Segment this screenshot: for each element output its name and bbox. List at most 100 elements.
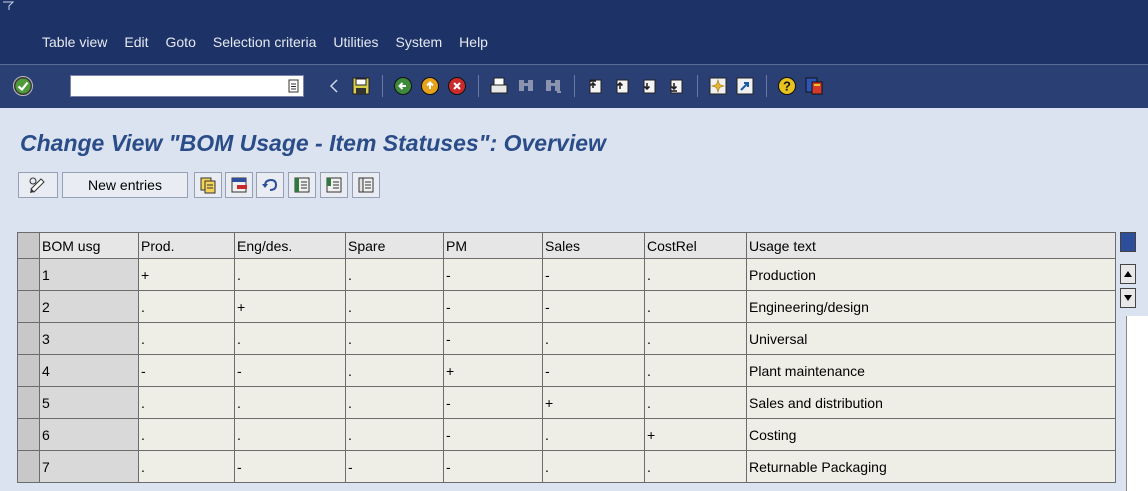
table-row[interactable]: 7. - - -.. Returnable Packaging xyxy=(17,450,1116,483)
bom-usage-cell[interactable]: 5 xyxy=(39,386,139,419)
scrollbar-track[interactable] xyxy=(1126,316,1148,491)
select-all-cell[interactable] xyxy=(17,232,40,259)
next-page-icon[interactable] xyxy=(637,73,661,99)
row-selector[interactable] xyxy=(17,418,40,451)
menu-system[interactable]: System xyxy=(395,34,442,50)
table-cell[interactable]: . xyxy=(644,386,747,419)
bom-usage-cell[interactable]: 6 xyxy=(39,418,139,451)
row-selector[interactable] xyxy=(17,290,40,323)
table-cell[interactable]: . xyxy=(234,418,346,451)
create-session-icon[interactable] xyxy=(706,73,730,99)
command-history-icon[interactable] xyxy=(288,79,300,93)
table-cell[interactable]: . xyxy=(644,290,747,323)
table-row[interactable]: 3... -.. Universal xyxy=(17,322,1116,355)
table-cell[interactable]: - xyxy=(443,386,543,419)
customize-layout-icon[interactable] xyxy=(802,73,826,99)
table-cell[interactable]: Returnable Packaging xyxy=(746,450,1116,483)
shortcut-icon[interactable] xyxy=(733,73,757,99)
table-row[interactable]: 4- -. + -. Plant maintenance xyxy=(17,354,1116,387)
table-cell[interactable]: - xyxy=(542,258,645,291)
cancel-icon[interactable] xyxy=(445,73,469,99)
table-cell[interactable]: . xyxy=(138,386,235,419)
save-icon[interactable] xyxy=(349,73,373,99)
menu-utilities[interactable]: Utilities xyxy=(333,34,378,50)
scroll-up-button[interactable] xyxy=(1120,264,1136,284)
row-selector[interactable] xyxy=(17,322,40,355)
table-cell[interactable]: + xyxy=(138,258,235,291)
menu-selection-criteria[interactable]: Selection criteria xyxy=(213,34,317,50)
new-entries-button[interactable]: New entries xyxy=(62,172,188,198)
table-cell[interactable]: . xyxy=(138,290,235,323)
row-selector[interactable] xyxy=(17,354,40,387)
row-selector[interactable] xyxy=(17,258,40,291)
table-cell[interactable]: Costing xyxy=(746,418,1116,451)
last-page-icon[interactable] xyxy=(664,73,688,99)
table-cell[interactable]: - xyxy=(443,450,543,483)
menu-help[interactable]: Help xyxy=(459,34,488,50)
table-cell[interactable]: . xyxy=(644,450,747,483)
column-header-prod[interactable]: Prod. xyxy=(138,232,235,259)
table-cell[interactable]: - xyxy=(443,322,543,355)
back-icon[interactable] xyxy=(391,73,415,99)
table-cell[interactable]: Sales and distribution xyxy=(746,386,1116,419)
exit-icon[interactable] xyxy=(418,73,442,99)
command-field[interactable] xyxy=(70,75,304,97)
menu-edit[interactable]: Edit xyxy=(124,34,148,50)
bom-usage-cell[interactable]: 4 xyxy=(39,354,139,387)
column-header-costrel[interactable]: CostRel xyxy=(644,232,747,259)
table-cell[interactable]: + xyxy=(443,354,543,387)
table-cell[interactable]: - xyxy=(542,354,645,387)
table-cell[interactable]: Plant maintenance xyxy=(746,354,1116,387)
table-cell[interactable]: . xyxy=(542,322,645,355)
column-header-spare[interactable]: Spare xyxy=(345,232,444,259)
bom-usage-cell[interactable]: 1 xyxy=(39,258,139,291)
row-selector[interactable] xyxy=(17,386,40,419)
help-icon[interactable]: ? xyxy=(775,73,799,99)
table-cell[interactable]: . xyxy=(138,322,235,355)
back-arrow-icon[interactable] xyxy=(322,73,346,99)
select-all-button[interactable] xyxy=(288,172,316,198)
table-cell[interactable]: - xyxy=(443,290,543,323)
table-cell[interactable]: Universal xyxy=(746,322,1116,355)
table-row[interactable]: 5... - +. Sales and distribution xyxy=(17,386,1116,419)
column-configuration-icon[interactable] xyxy=(1120,232,1136,252)
bom-usage-cell[interactable]: 2 xyxy=(39,290,139,323)
table-cell[interactable]: . xyxy=(345,322,444,355)
undo-change-button[interactable] xyxy=(256,172,284,198)
row-selector[interactable] xyxy=(17,450,40,483)
table-cell[interactable]: - xyxy=(234,450,346,483)
table-cell[interactable]: - xyxy=(138,354,235,387)
table-cell[interactable]: . xyxy=(542,450,645,483)
first-page-icon[interactable] xyxy=(583,73,607,99)
table-cell[interactable]: . xyxy=(138,450,235,483)
previous-page-icon[interactable] xyxy=(610,73,634,99)
table-cell[interactable]: - xyxy=(234,354,346,387)
deselect-all-button[interactable] xyxy=(352,172,380,198)
table-cell[interactable]: . xyxy=(234,386,346,419)
find-icon[interactable] xyxy=(514,73,538,99)
table-cell[interactable]: + xyxy=(644,418,747,451)
table-cell[interactable]: . xyxy=(644,322,747,355)
table-cell[interactable]: . xyxy=(345,386,444,419)
display-change-button[interactable] xyxy=(18,172,58,198)
table-cell[interactable]: + xyxy=(542,386,645,419)
table-cell[interactable]: . xyxy=(345,354,444,387)
table-cell[interactable]: - xyxy=(443,258,543,291)
column-header-sales[interactable]: Sales xyxy=(542,232,645,259)
table-cell[interactable]: . xyxy=(644,354,747,387)
column-header-pm[interactable]: PM xyxy=(443,232,543,259)
select-block-button[interactable] xyxy=(320,172,348,198)
table-cell[interactable]: . xyxy=(644,258,747,291)
enter-icon[interactable] xyxy=(12,75,34,97)
menu-table-view[interactable]: Table view xyxy=(42,34,107,50)
column-header-usage-text[interactable]: Usage text xyxy=(746,232,1116,259)
table-cell[interactable]: - xyxy=(542,290,645,323)
table-row[interactable]: 1 +.. - -. Production xyxy=(17,258,1116,291)
bom-usage-cell[interactable]: 3 xyxy=(39,322,139,355)
delete-button[interactable] xyxy=(225,172,253,198)
print-icon[interactable] xyxy=(487,73,511,99)
table-cell[interactable]: Production xyxy=(746,258,1116,291)
column-header-eng-des[interactable]: Eng/des. xyxy=(234,232,346,259)
table-cell[interactable]: . xyxy=(138,418,235,451)
table-cell[interactable]: . xyxy=(345,418,444,451)
